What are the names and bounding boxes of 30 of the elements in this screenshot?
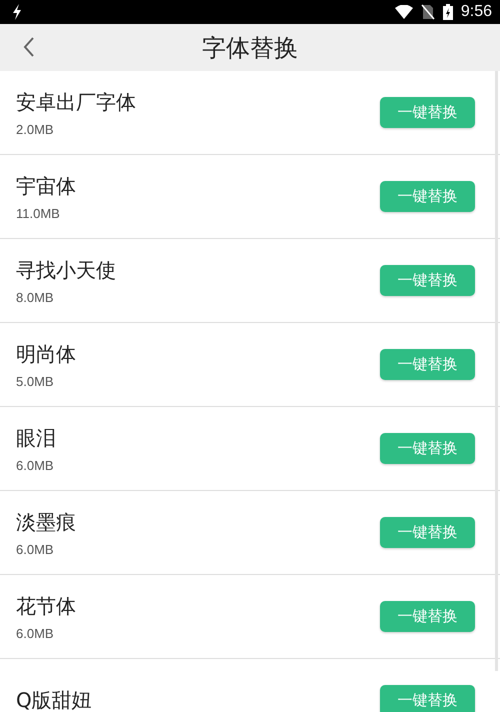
replace-button[interactable]: 一键替换 [380,601,475,632]
replace-button[interactable]: 一键替换 [380,433,475,464]
replace-button[interactable]: 一键替换 [380,265,475,296]
replace-button[interactable]: 一键替换 [380,181,475,212]
page-title: 字体替换 [202,32,298,64]
battery-icon [442,4,453,20]
replace-button[interactable]: 一键替换 [380,517,475,548]
font-name: Q版甜妞 [16,687,92,712]
font-name: 淡墨痕 [16,508,76,536]
font-name: 花节体 [16,592,76,620]
charging-icon [12,4,22,20]
font-name: 寻找小天使 [16,256,116,284]
font-size: 8.0MB [16,290,54,304]
font-size: 6.0MB [16,542,54,556]
clock-time: 9:56 [460,3,492,21]
replace-button[interactable]: 一键替换 [380,349,475,380]
wifi-icon [394,5,413,19]
font-name: 安卓出厂字体 [16,88,136,116]
chevron-left-icon [23,37,35,57]
font-name: 宇宙体 [16,172,76,200]
replace-button[interactable]: 一键替换 [380,97,475,128]
font-name: 明尚体 [16,340,76,368]
replace-button[interactable]: 一键替换 [380,685,475,712]
font-size: 6.0MB [16,626,54,640]
font-size: 2.0MB [16,122,54,136]
font-name: 眼泪 [16,424,56,452]
font-size: 6.0MB [16,458,54,472]
no-sim-icon [420,4,435,20]
font-size: 11.0MB [16,206,60,220]
font-size: 5.0MB [16,374,54,388]
